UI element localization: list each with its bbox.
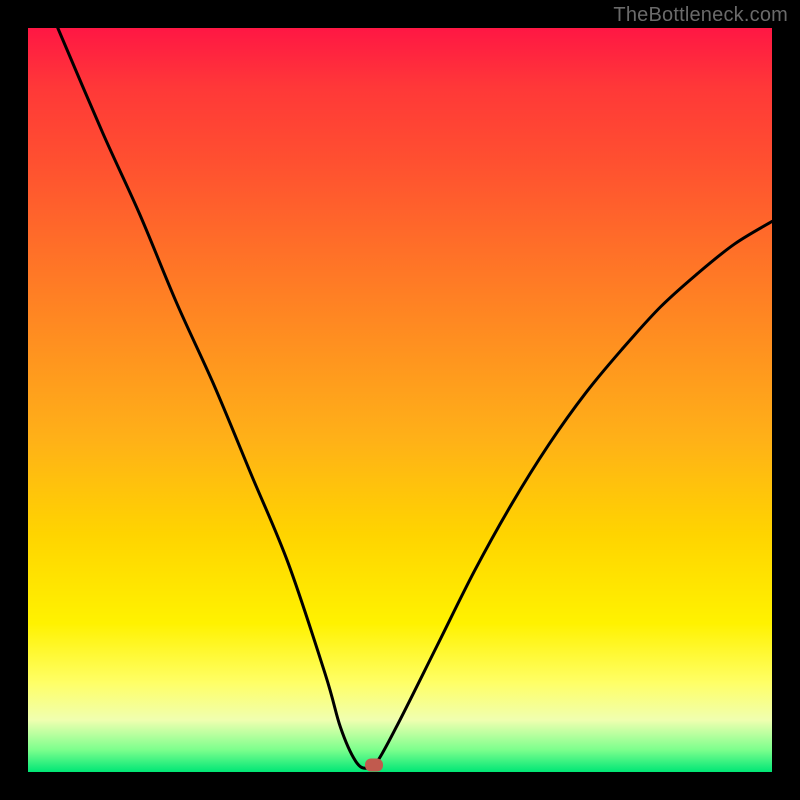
watermark-text: TheBottleneck.com [613,4,788,27]
optimum-marker [365,758,383,771]
chart-plot-area [28,28,772,772]
chart-frame: TheBottleneck.com [0,0,800,800]
bottleneck-curve [28,28,772,772]
